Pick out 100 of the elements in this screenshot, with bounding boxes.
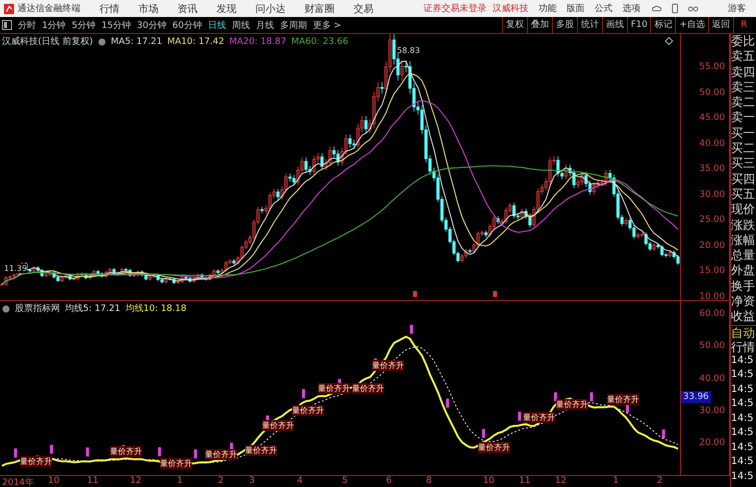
period-tab[interactable]: 更多 > bbox=[312, 18, 342, 32]
toolbar-button[interactable]: 标记 bbox=[650, 17, 676, 33]
menu-item[interactable]: 问小达 bbox=[255, 2, 286, 16]
low-price-label: 11.39 bbox=[4, 264, 27, 273]
user-label[interactable]: 游客 bbox=[728, 2, 746, 15]
quote-label: 涨跌 bbox=[731, 218, 756, 233]
period-tab[interactable]: 多周期 bbox=[280, 18, 307, 32]
trade-time: 14:5 bbox=[731, 426, 754, 440]
menu-item[interactable]: 资讯 bbox=[177, 2, 198, 16]
ma-legend: MA10: 17.42 bbox=[167, 36, 224, 46]
signal-label: 量价齐升 bbox=[160, 458, 192, 470]
date-axis-label: 8 bbox=[426, 476, 432, 486]
menu-item[interactable]: 公式 bbox=[594, 2, 612, 15]
period-tab[interactable]: 周线 bbox=[232, 18, 250, 32]
date-axis-label: 10 bbox=[48, 476, 60, 486]
quote-label: 收益 bbox=[731, 309, 756, 325]
trade-time: 14:5 bbox=[731, 382, 754, 397]
quote-label: 委比 bbox=[731, 34, 756, 50]
menu-item[interactable]: 交易 bbox=[353, 2, 374, 16]
date-axis-label: 5 bbox=[342, 476, 348, 486]
trade-time: 14:5 bbox=[731, 455, 754, 470]
quote-label: 现价 bbox=[731, 202, 756, 218]
date-axis-label: 11 bbox=[519, 476, 530, 486]
auto-label[interactable]: 自动 bbox=[731, 326, 756, 340]
signal-label: 量价齐升 bbox=[262, 420, 294, 432]
toolbar-button[interactable]: 多股 bbox=[552, 17, 577, 33]
quote-label: 买一 bbox=[731, 126, 756, 142]
cloud-icon[interactable] bbox=[652, 4, 662, 14]
login-notice[interactable]: 证券交易未登录 bbox=[423, 2, 486, 15]
panel-toggle-icon[interactable] bbox=[2, 20, 12, 30]
period-tab[interactable]: 日线 bbox=[208, 18, 226, 32]
app-title: 通达信金融终端 bbox=[17, 2, 80, 15]
toolbar-button[interactable]: F10 bbox=[626, 17, 650, 33]
menu-item[interactable]: 版面 bbox=[566, 2, 584, 15]
market-label: 行情 bbox=[731, 340, 756, 354]
period-tab[interactable]: 分时 bbox=[18, 18, 36, 32]
indicator-legend: 均线5: 17.21 bbox=[65, 302, 120, 315]
diamond-icon[interactable] bbox=[665, 37, 673, 45]
price-axis-label: 35.00 bbox=[699, 164, 725, 174]
signal-bar bbox=[302, 389, 305, 398]
signal-label: 量价齐升 bbox=[245, 445, 277, 456]
signal-bar bbox=[194, 449, 197, 458]
toolbar-button[interactable]: 返回 bbox=[708, 17, 733, 33]
indicator-legend: 均线10: 18.18 bbox=[125, 302, 187, 315]
period-tab[interactable]: 30分钟 bbox=[136, 18, 166, 32]
toolbar-button[interactable]: 叠加 bbox=[526, 17, 552, 33]
toolbar-button[interactable]: 复权 bbox=[502, 17, 527, 33]
signal-label: 量价齐升 bbox=[205, 449, 237, 460]
price-axis-label: 55.00 bbox=[699, 62, 725, 72]
period-tab[interactable]: 1分钟 bbox=[42, 18, 66, 32]
quote-label: 涨幅 bbox=[731, 232, 756, 248]
signal-label: 量价齐升 bbox=[523, 412, 555, 423]
event-marker-icon bbox=[413, 291, 417, 297]
signal-label: 量价齐升 bbox=[478, 442, 510, 453]
date-axis-label: 12 bbox=[555, 476, 566, 486]
quote-label: 买二 bbox=[731, 141, 756, 156]
indicator-axis-label: 20.00 bbox=[699, 438, 725, 448]
menu-item[interactable]: 行情 bbox=[99, 2, 120, 16]
app-logo-icon bbox=[4, 2, 14, 14]
quote-label: 净资 bbox=[731, 294, 756, 310]
toolbar-button[interactable]: 统计 bbox=[576, 17, 602, 33]
date-axis-label: 10 bbox=[483, 476, 494, 486]
quote-label: 外盘 bbox=[731, 263, 756, 279]
date-axis-label: 6 bbox=[386, 476, 392, 486]
price-axis-label: 25.00 bbox=[699, 215, 725, 225]
signal-bar bbox=[50, 444, 53, 454]
ma-legend: MA5: 17.21 bbox=[110, 36, 162, 46]
signal-bar bbox=[410, 324, 413, 334]
ma-legend: MA20: 18.87 bbox=[229, 36, 286, 46]
toolbar-button[interactable]: 画线 bbox=[602, 17, 627, 33]
event-marker-icon bbox=[493, 291, 497, 297]
period-tab[interactable]: 月线 bbox=[256, 18, 274, 32]
menu-item[interactable]: 功能 bbox=[538, 2, 556, 15]
chart-title: 汉威科技(日线 前复权) bbox=[2, 36, 93, 48]
trade-time: 14:5 bbox=[731, 354, 754, 368]
period-tab[interactable]: 5分钟 bbox=[72, 18, 96, 32]
signal-bar bbox=[482, 428, 485, 438]
phone-icon[interactable] bbox=[672, 3, 678, 14]
quote-label: 卖三 bbox=[731, 80, 756, 96]
price-axis-label: 45.00 bbox=[699, 113, 725, 123]
glasses-icon[interactable] bbox=[688, 4, 698, 12]
corner-button[interactable]: R bbox=[733, 17, 754, 33]
date-axis-label: 12 bbox=[130, 476, 142, 486]
quote-label: 买三 bbox=[731, 156, 756, 172]
menu-item[interactable]: 市场 bbox=[138, 2, 158, 16]
indicator-axis-label: 50.00 bbox=[699, 341, 725, 352]
quote-label: 卖一 bbox=[731, 110, 756, 126]
date-axis-label: 3 bbox=[249, 476, 255, 486]
price-axis-label: 50.00 bbox=[699, 88, 725, 98]
signal-label: 量价齐升 bbox=[318, 383, 350, 394]
period-tab[interactable]: 60分钟 bbox=[172, 18, 202, 32]
price-axis-label: 10.00 bbox=[699, 292, 725, 302]
menu-item[interactable]: 选项 bbox=[622, 2, 640, 15]
menu-item[interactable]: 发现 bbox=[216, 2, 236, 16]
current-value-label: 33.96 bbox=[681, 391, 711, 403]
menu-item[interactable]: 财富圈 bbox=[304, 2, 334, 16]
period-tab[interactable]: 15分钟 bbox=[101, 18, 131, 32]
stock-name: 汉威科技 bbox=[492, 2, 528, 15]
signal-bar bbox=[662, 429, 665, 438]
toolbar-button[interactable]: +自选 bbox=[675, 17, 708, 33]
